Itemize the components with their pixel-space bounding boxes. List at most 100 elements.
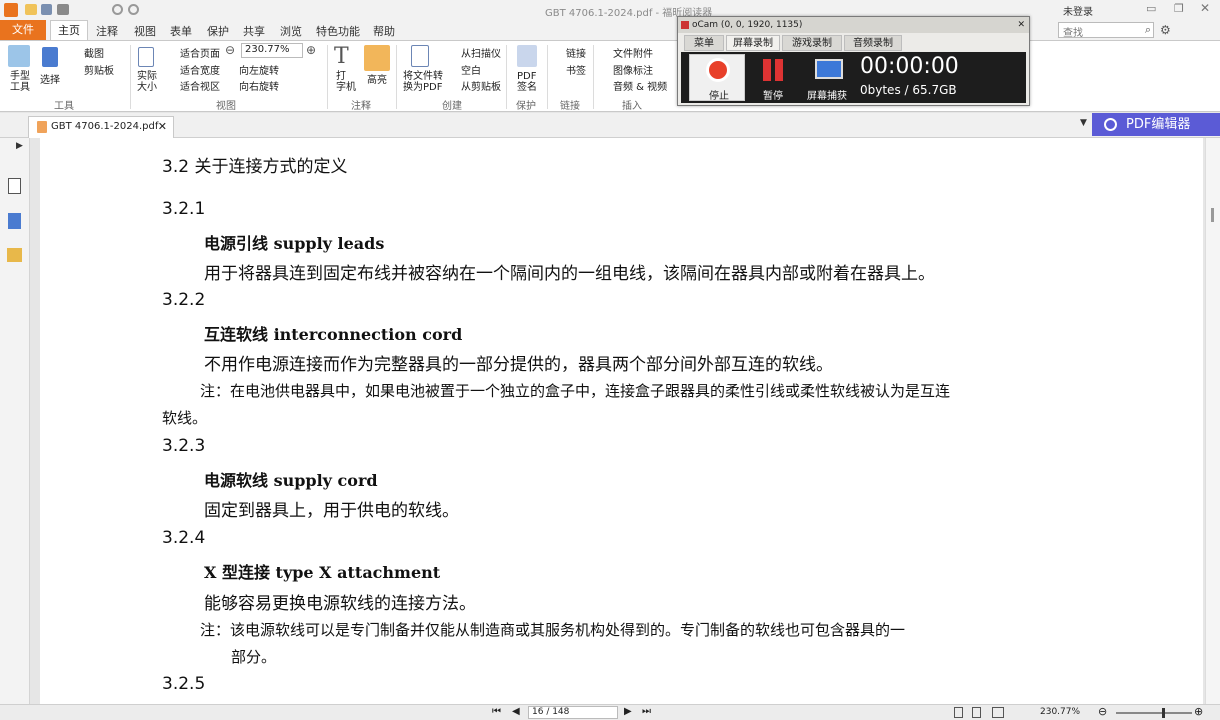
image-annotation-button[interactable]: 图像标注 — [613, 62, 653, 77]
last-page-icon[interactable]: ⏭ — [642, 706, 651, 717]
clause-definition: 能够容易更换电源软线的连接方法。 — [204, 594, 476, 614]
comments-icon[interactable] — [7, 248, 22, 262]
clause-term: 电源软线 supply cord — [204, 471, 378, 490]
zoom-out-button[interactable]: ⊖ — [1098, 705, 1107, 718]
zoom-value: 230.77% — [245, 44, 290, 55]
clipboard-button[interactable]: 剪贴板 — [84, 62, 114, 77]
convert-pdf-icon[interactable] — [411, 45, 429, 67]
bookmark-button[interactable]: 书签 — [566, 62, 586, 77]
close-button[interactable]: ✕ — [1200, 1, 1210, 15]
typewriter-button[interactable]: 打 字机 — [336, 71, 356, 93]
rotate-left-button[interactable]: 向左旋转 — [239, 62, 279, 77]
next-page-icon[interactable]: ▶ — [624, 706, 632, 717]
clause-note: 注：在电池供电器具中，如果电池被置于一个独立的盒子中，连接盒子跟器具的柔性引线或… — [200, 382, 951, 400]
select-button[interactable]: 选择 — [40, 71, 60, 86]
vertical-scrollbar[interactable] — [1205, 138, 1220, 704]
menu-help[interactable]: 帮助 — [373, 23, 395, 39]
search-icon[interactable]: ⌕ — [1145, 23, 1151, 37]
menu-file[interactable]: 文件 — [0, 20, 46, 40]
undo-icon[interactable] — [112, 4, 123, 15]
maximize-button[interactable]: ❐ — [1174, 2, 1184, 15]
ocam-tab-audio[interactable]: 音频录制 — [844, 35, 902, 51]
login-link[interactable]: 未登录 — [1063, 3, 1093, 18]
menu-home[interactable]: 主页 — [50, 20, 88, 41]
menu-form[interactable]: 表单 — [170, 23, 192, 39]
pdf-sign-icon[interactable] — [517, 45, 537, 67]
menu-bar: 注释 视图 表单 保护 共享 浏览 特色功能 帮助 查找 ⌕ ⚙ — [0, 20, 1220, 40]
clause-note-cont: 部分。 — [231, 648, 277, 666]
clause-note: 注：该电源软线可以是专门制备并仅能从制造商或其服务机构处得到的。专门制备的软线也… — [200, 621, 906, 639]
scroll-thumb[interactable] — [1211, 208, 1214, 222]
menu-browse[interactable]: 浏览 — [280, 23, 302, 39]
zoom-level[interactable]: 230.77% — [1040, 707, 1080, 717]
fit-width-button[interactable]: 适合宽度 — [180, 62, 220, 77]
ocam-close-button[interactable]: ✕ — [1017, 17, 1025, 33]
hand-tool-icon[interactable] — [8, 45, 30, 67]
facing-page-icon[interactable] — [992, 707, 1004, 718]
group-links-label: 链接 — [560, 101, 580, 112]
zoom-in-icon[interactable]: ⊕ — [306, 43, 316, 57]
rotate-right-button[interactable]: 向右旋转 — [239, 78, 279, 93]
first-page-icon[interactable]: ⏮ — [492, 706, 501, 717]
prev-page-icon[interactable]: ◀ — [512, 706, 520, 717]
ocam-tab-screen[interactable]: 屏幕录制 — [726, 35, 780, 51]
menu-annot[interactable]: 注释 — [96, 23, 118, 39]
actual-size-button[interactable]: 实际 大小 — [137, 71, 157, 93]
gear-icon[interactable]: ⚙ — [1160, 23, 1171, 37]
search-input[interactable]: 查找 — [1063, 24, 1083, 39]
file-attachment-button[interactable]: 文件附件 — [613, 45, 653, 60]
zoom-out-icon[interactable]: ⊖ — [225, 43, 235, 57]
hand-tool-button[interactable]: 手型 工具 — [10, 71, 30, 93]
zoom-slider[interactable] — [1116, 708, 1192, 718]
link-button[interactable]: 链接 — [566, 45, 586, 60]
select-icon[interactable] — [42, 47, 58, 67]
snapshot-button[interactable]: 截图 — [84, 45, 104, 60]
document-tab[interactable]: GBT 4706.1-2024.pdf ✕ — [28, 116, 174, 138]
menu-share[interactable]: 共享 — [243, 23, 265, 39]
close-tab-icon[interactable]: ✕ — [158, 120, 167, 133]
clause-number: 3.2.4 — [162, 528, 206, 548]
menu-features[interactable]: 特色功能 — [316, 23, 360, 39]
page-number-field[interactable]: 16 / 148 — [528, 706, 618, 719]
redo-icon[interactable] — [128, 4, 139, 15]
highlight-button[interactable]: 高亮 — [367, 71, 387, 86]
ocam-stop-button[interactable]: 停止 — [689, 54, 745, 102]
menu-protect[interactable]: 保护 — [207, 23, 229, 39]
ocam-pause-button[interactable]: 暂停 — [753, 54, 797, 102]
clause-definition: 用于将器具连到固定布线并被容纳在一个隔间内的一组电线，该隔间在器具内部或附着在器… — [204, 264, 935, 284]
blank-button[interactable]: 空白 — [461, 62, 481, 77]
group-insert-label: 插入 — [622, 101, 642, 112]
layers-icon[interactable] — [8, 213, 21, 229]
menu-view[interactable]: 视图 — [134, 23, 156, 39]
ocam-tab-menu[interactable]: 菜单 — [684, 35, 724, 51]
convert-pdf-button[interactable]: 将文件转 换为PDF — [403, 71, 443, 93]
fit-page-button[interactable]: 适合页面 — [180, 45, 220, 60]
ocam-tab-game[interactable]: 游戏录制 — [782, 35, 842, 51]
pdf-editor-button[interactable]: PDF编辑器 — [1092, 113, 1220, 136]
highlight-icon[interactable] — [364, 45, 390, 71]
search-box[interactable]: 查找 ⌕ — [1058, 22, 1154, 39]
single-page-icon[interactable] — [954, 707, 963, 718]
actual-size-icon[interactable] — [138, 47, 154, 67]
save-icon[interactable] — [41, 4, 52, 15]
ocam-window[interactable]: oCam (0, 0, 1920, 1135) ✕ 菜单 屏幕录制 游戏录制 音… — [677, 16, 1030, 106]
zoom-in-button[interactable]: ⊕ — [1194, 705, 1203, 718]
audio-video-button[interactable]: 音频 & 视频 — [613, 78, 667, 93]
from-clipboard-button[interactable]: 从剪贴板 — [461, 78, 501, 93]
typewriter-icon[interactable]: T — [334, 44, 349, 69]
document-page[interactable]: 3.2 关于连接方式的定义 3.2.1 电源引线 supply leads 用于… — [40, 138, 1203, 704]
tab-list-icon[interactable]: ▼ — [1080, 118, 1087, 128]
expand-panel-icon[interactable]: ▶ — [16, 141, 23, 151]
page-thumbnail-icon[interactable] — [8, 178, 21, 194]
fit-area-button[interactable]: 适合视区 — [180, 78, 220, 93]
zoom-slider-thumb[interactable] — [1162, 708, 1165, 718]
zoom-select[interactable]: 230.77% — [241, 43, 303, 58]
ocam-capture-button[interactable]: 屏幕捕获 — [803, 54, 853, 102]
minimize-button[interactable]: ▭ — [1146, 2, 1156, 15]
print-icon[interactable] — [57, 4, 69, 15]
pdf-sign-button[interactable]: PDF 签名 — [517, 71, 537, 93]
from-scanner-button[interactable]: 从扫描仪 — [461, 45, 501, 60]
continuous-page-icon[interactable] — [972, 707, 981, 718]
page-number-value: 16 / 148 — [532, 707, 570, 717]
open-icon[interactable] — [25, 4, 37, 15]
